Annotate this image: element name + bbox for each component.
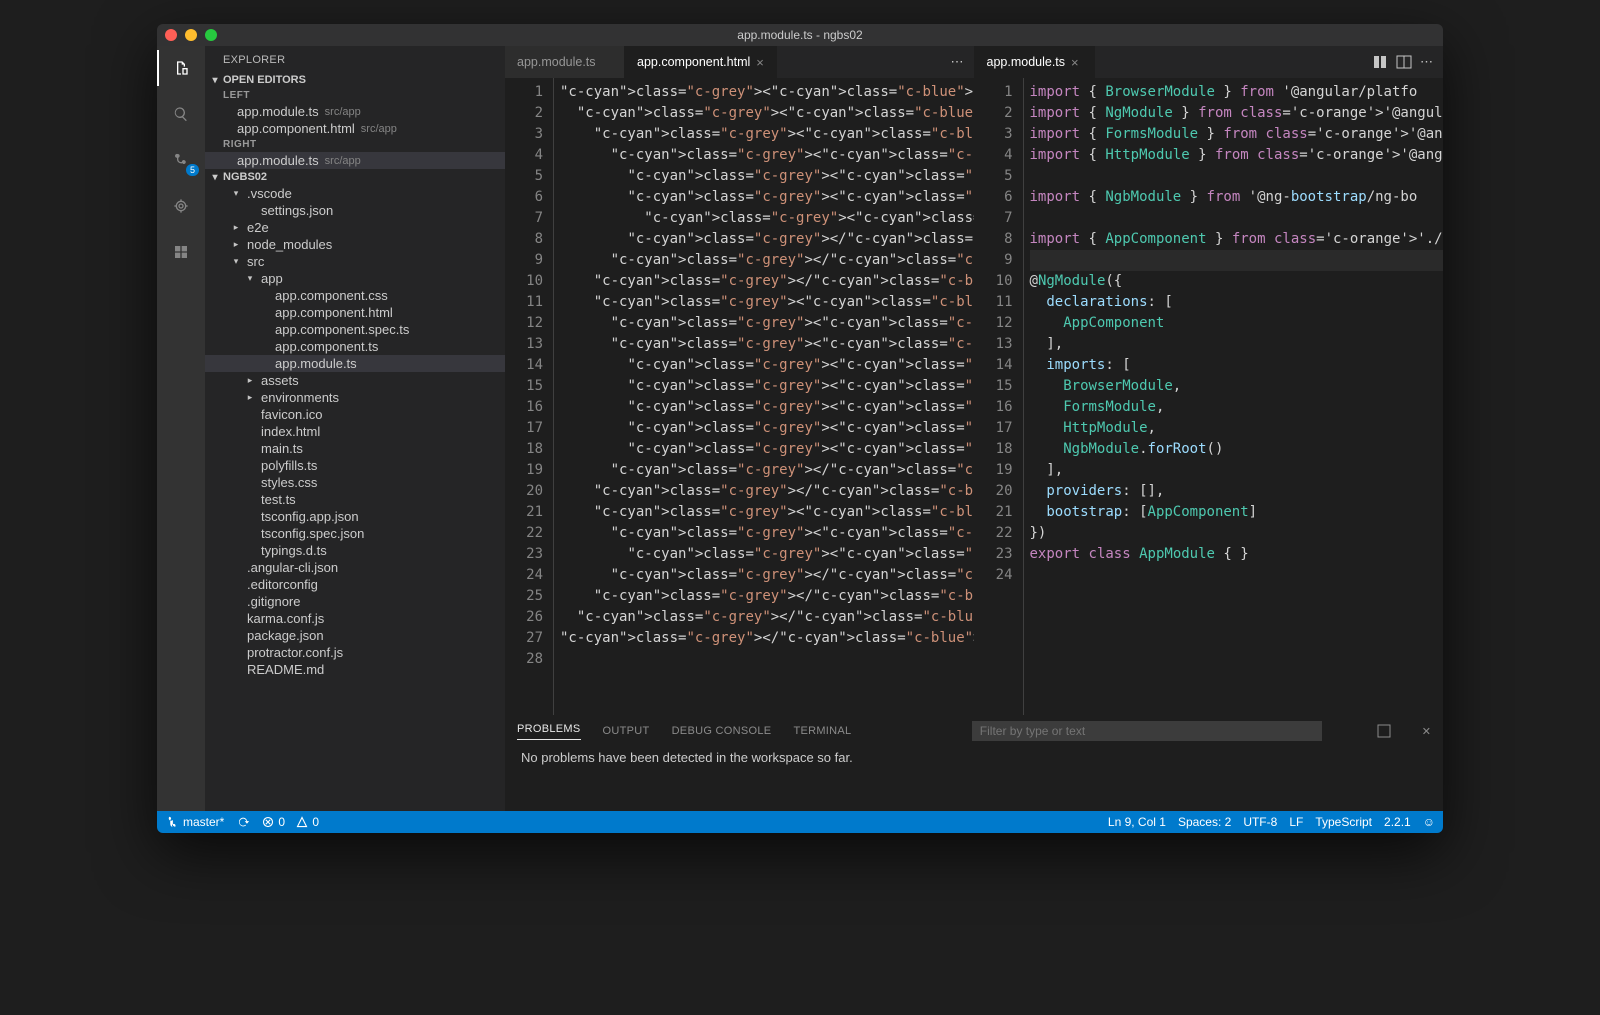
window-title: app.module.ts - ngbs02: [157, 28, 1443, 42]
editor-tab[interactable]: app.module.ts: [505, 46, 625, 78]
panel-tab-problems[interactable]: PROBLEMS: [517, 723, 581, 740]
editor-tab[interactable]: app.component.html×: [625, 46, 777, 78]
tree-file[interactable]: test.ts: [205, 491, 505, 508]
status-version[interactable]: 2.2.1: [1384, 815, 1411, 829]
editor-area: app.module.tsapp.component.html× ⋯ 12345…: [505, 46, 1443, 811]
open-editor-item[interactable]: app.module.tssrc/app: [205, 103, 505, 120]
tree-folder[interactable]: ▸assets: [205, 372, 505, 389]
tree-folder[interactable]: ▾.vscode: [205, 185, 505, 202]
panel-tab-output[interactable]: OUTPUT: [603, 725, 650, 737]
tree-file[interactable]: index.html: [205, 423, 505, 440]
titlebar: app.module.ts - ngbs02: [157, 24, 1443, 46]
tree-file[interactable]: .angular-cli.json: [205, 559, 505, 576]
tree-file[interactable]: main.ts: [205, 440, 505, 457]
search-icon[interactable]: [167, 100, 195, 128]
tree-file[interactable]: tsconfig.app.json: [205, 508, 505, 525]
panel-filter-input[interactable]: [972, 721, 1322, 741]
tree-file[interactable]: .gitignore: [205, 593, 505, 610]
tree-file[interactable]: app.component.spec.ts: [205, 321, 505, 338]
tree-file[interactable]: README.md: [205, 661, 505, 678]
tree-file[interactable]: app.component.css: [205, 287, 505, 304]
tree-folder[interactable]: ▸e2e: [205, 219, 505, 236]
tree-folder[interactable]: ▾src: [205, 253, 505, 270]
status-encoding[interactable]: UTF-8: [1243, 815, 1277, 829]
tree-file[interactable]: polyfills.ts: [205, 457, 505, 474]
compare-icon[interactable]: [1372, 54, 1388, 70]
status-sync[interactable]: [236, 815, 250, 829]
editor-tab[interactable]: app.module.ts×: [975, 46, 1095, 78]
tree-file[interactable]: karma.conf.js: [205, 610, 505, 627]
panel-close-icon[interactable]: ✕: [1422, 725, 1431, 738]
debug-icon[interactable]: [167, 192, 195, 220]
extensions-icon[interactable]: [167, 238, 195, 266]
tree-file[interactable]: favicon.ico: [205, 406, 505, 423]
tree-file[interactable]: app.component.html: [205, 304, 505, 321]
project-header[interactable]: ▾NGBS02: [205, 169, 505, 185]
explorer-icon[interactable]: [167, 54, 195, 82]
open-editors-header[interactable]: ▾OPEN EDITORS: [205, 72, 505, 88]
panel-maximize-icon[interactable]: [1376, 723, 1392, 739]
status-feedback-icon[interactable]: ☺: [1423, 815, 1435, 829]
status-errors[interactable]: 0 0: [262, 815, 319, 829]
bottom-panel: PROBLEMS OUTPUT DEBUG CONSOLE TERMINAL ✕…: [505, 715, 1443, 811]
tree-file[interactable]: typings.d.ts: [205, 542, 505, 559]
scm-badge: 5: [186, 164, 199, 176]
status-ln-col[interactable]: Ln 9, Col 1: [1108, 815, 1166, 829]
tree-folder[interactable]: ▸node_modules: [205, 236, 505, 253]
tree-folder[interactable]: ▾app: [205, 270, 505, 287]
more-actions-icon[interactable]: ⋯: [1420, 54, 1433, 70]
statusbar: master* 0 0 Ln 9, Col 1 Spaces: 2 UTF-8 …: [157, 811, 1443, 833]
open-editors-group-right: RIGHT: [205, 137, 505, 152]
status-eol[interactable]: LF: [1289, 815, 1303, 829]
tree-folder[interactable]: ▸environments: [205, 389, 505, 406]
tab-close-icon[interactable]: ×: [756, 55, 764, 70]
tree-file[interactable]: app.component.ts: [205, 338, 505, 355]
explorer-sidebar: EXPLORER ▾OPEN EDITORS LEFT app.module.t…: [205, 46, 505, 811]
tree-file[interactable]: app.module.ts: [205, 355, 505, 372]
panel-tab-terminal[interactable]: TERMINAL: [793, 725, 851, 737]
activitybar: 5: [157, 46, 205, 811]
problems-body: No problems have been detected in the wo…: [505, 746, 1443, 811]
sidebar-title: EXPLORER: [205, 46, 505, 72]
status-branch[interactable]: master*: [165, 815, 224, 829]
open-editor-item[interactable]: app.module.tssrc/app: [205, 152, 505, 169]
tree-file[interactable]: .editorconfig: [205, 576, 505, 593]
editor-left[interactable]: 1234567891011121314151617181920212223242…: [505, 78, 974, 715]
status-language[interactable]: TypeScript: [1315, 815, 1372, 829]
tab-close-icon[interactable]: ×: [1071, 55, 1079, 70]
open-editors-group-left: LEFT: [205, 88, 505, 103]
tree-file[interactable]: protractor.conf.js: [205, 644, 505, 661]
panel-tab-debug-console[interactable]: DEBUG CONSOLE: [672, 725, 772, 737]
tree-file[interactable]: tsconfig.spec.json: [205, 525, 505, 542]
editor-pane-left: app.module.tsapp.component.html× ⋯ 12345…: [505, 46, 974, 715]
more-actions-icon[interactable]: ⋯: [951, 54, 964, 70]
editor-pane-right: app.module.ts× ⋯ 12345678910111213141516…: [974, 46, 1444, 715]
editor-right[interactable]: 123456789101112131415161718192021222324 …: [975, 78, 1444, 715]
source-control-icon[interactable]: 5: [167, 146, 195, 174]
tree-file[interactable]: styles.css: [205, 474, 505, 491]
split-editor-icon[interactable]: [1396, 54, 1412, 70]
status-spaces[interactable]: Spaces: 2: [1178, 815, 1231, 829]
tree-file[interactable]: settings.json: [205, 202, 505, 219]
open-editor-item[interactable]: app.component.htmlsrc/app: [205, 120, 505, 137]
tree-file[interactable]: package.json: [205, 627, 505, 644]
